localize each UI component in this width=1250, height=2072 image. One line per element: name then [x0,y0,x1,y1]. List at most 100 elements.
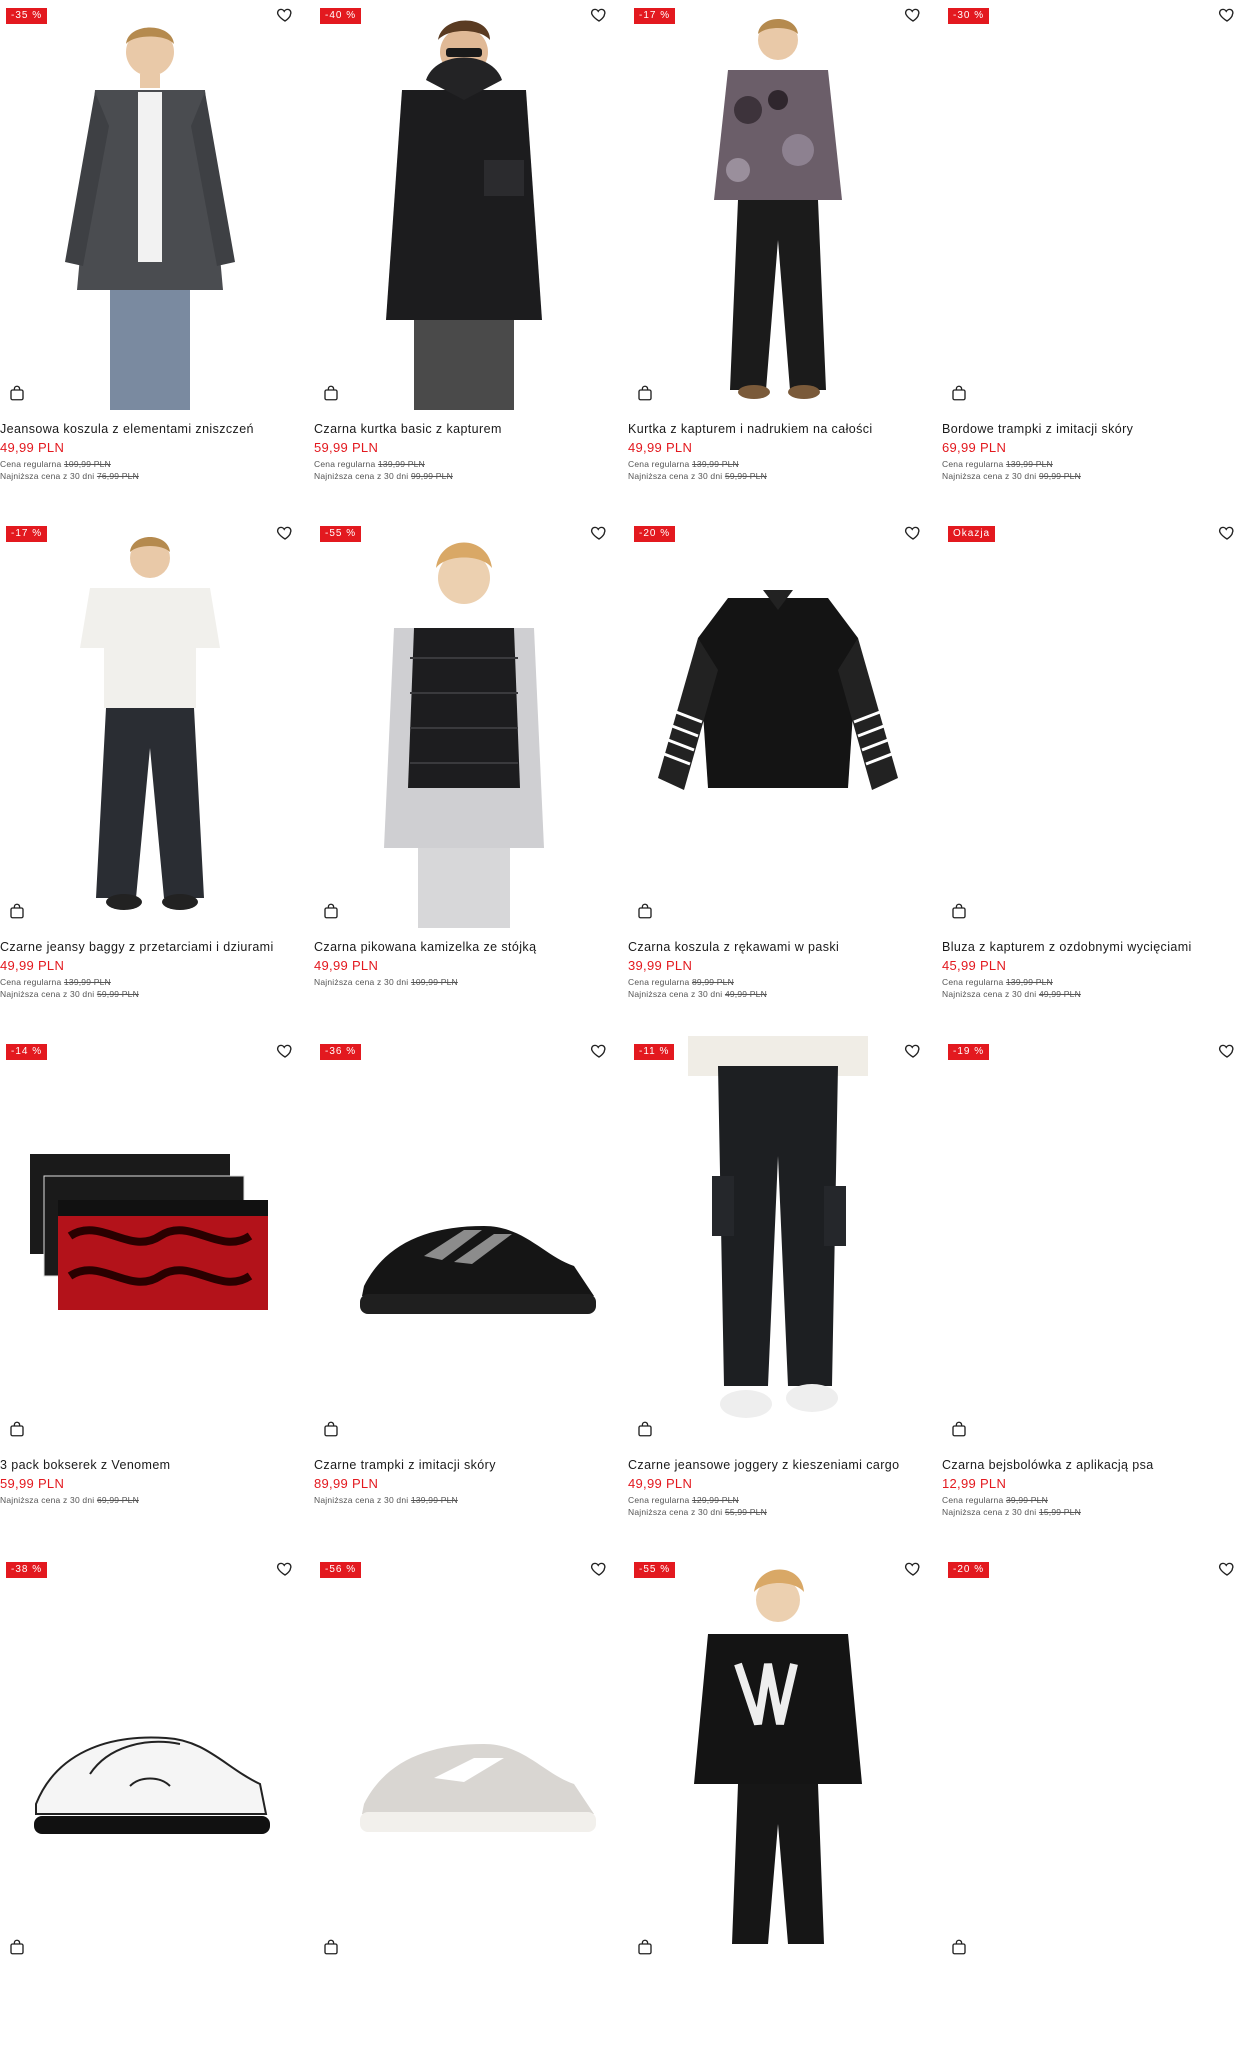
product-card[interactable]: -38 % [0,1554,300,2072]
regular-price-label: Cena regularna [942,977,1004,987]
product-card[interactable]: -40 % Czarna kurtka basic z kapturem 59,… [314,0,614,518]
product-card[interactable]: -56 % [314,1554,614,2072]
lowest-price-label: Najniższa cena z 30 dni [314,977,409,987]
product-name[interactable]: Kurtka z kapturem i nadrukiem na całości [628,422,928,436]
discount-badge: Okazja [948,526,996,542]
heart-icon[interactable] [904,1560,922,1578]
product-image[interactable]: -20 % [942,1554,1242,1964]
heart-icon[interactable] [1218,524,1236,542]
product-card[interactable]: -11 % Czarne jeansowe joggery z kieszeni… [628,1036,928,1554]
shopping-bag-icon[interactable] [322,902,340,920]
shopping-bag-icon[interactable] [636,1420,654,1438]
product-image[interactable]: -36 % [314,1036,614,1446]
regular-price-label: Cena regularna [0,459,62,469]
product-name[interactable]: Czarne trampki z imitacji skóry [314,1458,614,1472]
product-info: Bordowe trampki z imitacji skóry 69,99 P… [942,410,1242,481]
product-card[interactable]: -55 % [628,1554,928,2072]
heart-icon[interactable] [904,6,922,24]
regular-price-value: 139,99 PLN [1005,459,1053,469]
product-name[interactable]: Czarne jeansowe joggery z kieszeniami ca… [628,1458,928,1472]
product-image[interactable]: -55 % [314,518,614,928]
heart-icon[interactable] [276,1560,294,1578]
product-info: Bluza z kapturem z ozdobnymi wycięciami … [942,928,1242,999]
product-price: 49,99 PLN [0,440,65,455]
product-price: 59,99 PLN [0,1476,65,1491]
product-card[interactable]: Okazja Bluza z kapturem z ozdobnymi wyci… [942,518,1242,1036]
regular-price-label: Cena regularna [0,977,62,987]
product-image[interactable]: -40 % [314,0,614,410]
product-card[interactable]: -17 % Czarne jeansy baggy z przetarciami… [0,518,300,1036]
product-name[interactable]: Czarne jeansy baggy z przetarciami i dzi… [0,940,300,954]
lowest-price-value: 76,99 PLN [96,471,139,481]
lowest-price-value: 59,99 PLN [96,989,139,999]
product-image[interactable]: -14 % [0,1036,300,1446]
product-card[interactable]: -20 % [942,1554,1242,2072]
product-name[interactable]: Czarna bejsbolówka z aplikacją psa [942,1458,1242,1472]
shopping-bag-icon[interactable] [322,1420,340,1438]
product-card[interactable]: -55 % Czarna pikowana kamizelka ze stójk… [314,518,614,1036]
product-name[interactable]: Czarna koszula z rękawami w paski [628,940,928,954]
product-name[interactable]: Czarna pikowana kamizelka ze stójką [314,940,614,954]
shopping-bag-icon[interactable] [950,1938,968,1956]
shopping-bag-icon[interactable] [950,1420,968,1438]
product-image[interactable]: -35 % [0,0,300,410]
heart-icon[interactable] [590,1560,608,1578]
product-image[interactable]: -20 % [628,518,928,928]
product-image[interactable]: -19 % [942,1036,1242,1446]
heart-icon[interactable] [276,524,294,542]
lowest-price-line: Najniższa cena z 30 dni 109,99 PLN [314,977,614,987]
discount-badge: -30 % [948,8,990,24]
product-info: Czarne trampki z imitacji skóry 89,99 PL… [314,1446,614,1505]
heart-icon[interactable] [1218,1042,1236,1060]
shopping-bag-icon[interactable] [8,1938,26,1956]
product-image[interactable]: -17 % [0,518,300,928]
shopping-bag-icon[interactable] [8,1420,26,1438]
lowest-price-line: Najniższa cena z 30 dni 49,99 PLN [628,989,928,999]
product-card[interactable]: -36 % Czarne trampki z imitacji skóry 89… [314,1036,614,1554]
product-name[interactable]: Jeansowa koszula z elementami zniszczeń [0,422,300,436]
heart-icon[interactable] [276,1042,294,1060]
product-image[interactable]: -11 % [628,1036,928,1446]
shopping-bag-icon[interactable] [636,384,654,402]
shopping-bag-icon[interactable] [950,384,968,402]
heart-icon[interactable] [1218,1560,1236,1578]
regular-price-value: 89,99 PLN [691,977,734,987]
product-name[interactable]: Czarna kurtka basic z kapturem [314,422,614,436]
lowest-price-label: Najniższa cena z 30 dni [314,1495,409,1505]
regular-price-value: 39,99 PLN [1005,1495,1048,1505]
heart-icon[interactable] [1218,6,1236,24]
product-price: 12,99 PLN [942,1476,1007,1491]
product-name[interactable]: Bluza z kapturem z ozdobnymi wycięciami [942,940,1242,954]
product-card[interactable]: -35 % Jeansowa koszula z elementami znis… [0,0,300,518]
product-card[interactable]: -14 % 3 pack bokserek z Venomem 59,99 PL… [0,1036,300,1554]
shopping-bag-icon[interactable] [950,902,968,920]
product-card[interactable]: -30 % Bordowe trampki z imitacji skóry 6… [942,0,1242,518]
heart-icon[interactable] [590,6,608,24]
heart-icon[interactable] [904,1042,922,1060]
product-image[interactable]: -56 % [314,1554,614,1964]
shopping-bag-icon[interactable] [636,902,654,920]
product-image[interactable]: -30 % [942,0,1242,410]
product-card[interactable]: -17 % Kurtka z kapturem i nadrukiem na c… [628,0,928,518]
product-image[interactable]: -55 % [628,1554,928,1964]
lowest-price-value: 139,99 PLN [410,1495,458,1505]
heart-icon[interactable] [904,524,922,542]
shopping-bag-icon[interactable] [8,384,26,402]
lowest-price-line: Najniższa cena z 30 dni 55,99 PLN [628,1507,928,1517]
product-image[interactable]: -17 % [628,0,928,410]
shopping-bag-icon[interactable] [8,902,26,920]
black-sneaker-icon [314,1036,614,1446]
shopping-bag-icon[interactable] [322,1938,340,1956]
product-image[interactable]: -38 % [0,1554,300,1964]
product-name[interactable]: Bordowe trampki z imitacji skóry [942,422,1242,436]
product-name[interactable]: 3 pack bokserek z Venomem [0,1458,300,1472]
product-card[interactable]: -20 % Czarna koszula z rękawami w paski … [628,518,928,1036]
regular-price-label: Cena regularna [628,977,690,987]
heart-icon[interactable] [590,1042,608,1060]
shopping-bag-icon[interactable] [636,1938,654,1956]
heart-icon[interactable] [276,6,294,24]
product-card[interactable]: -19 % Czarna bejsbolówka z aplikacją psa… [942,1036,1242,1554]
heart-icon[interactable] [590,524,608,542]
shopping-bag-icon[interactable] [322,384,340,402]
product-image[interactable]: Okazja [942,518,1242,928]
